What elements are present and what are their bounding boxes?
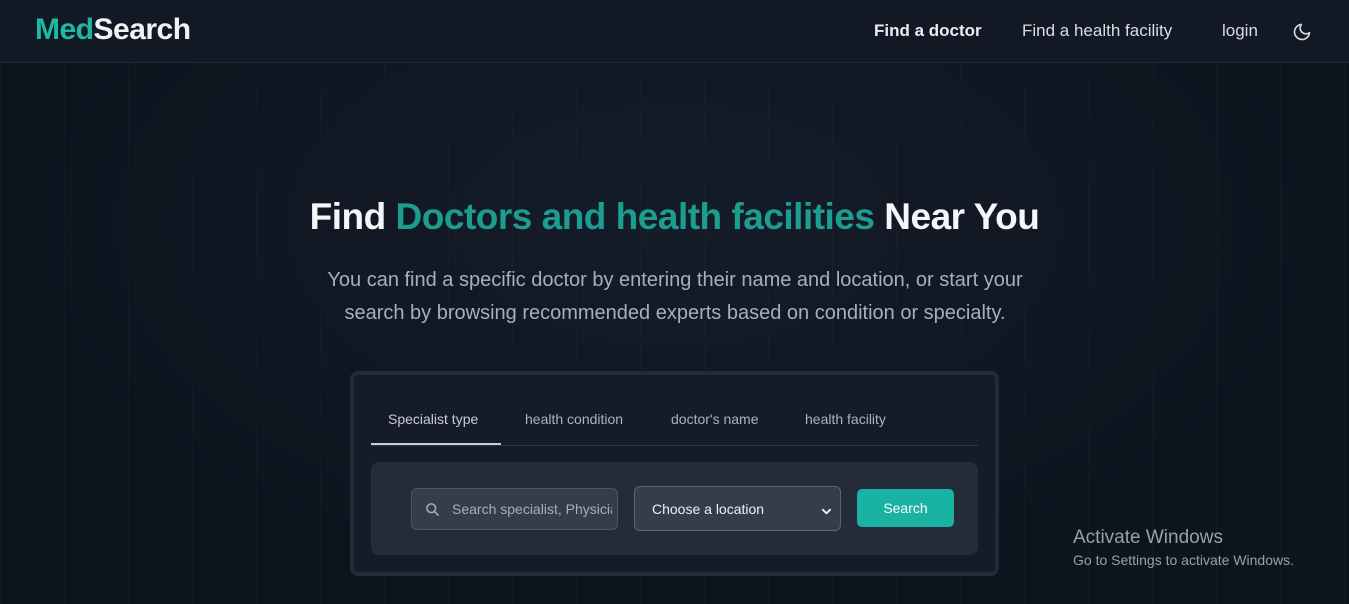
moon-icon[interactable] (1292, 22, 1312, 42)
search-field[interactable] (411, 488, 618, 530)
active-tab-indicator (371, 443, 501, 445)
search-tabs: Specialist type health condition doctor'… (371, 375, 978, 446)
nav-find-facility[interactable]: Find a health facility (1022, 21, 1172, 41)
hero-title-part2: Near You (874, 196, 1040, 237)
watermark-subtitle: Go to Settings to activate Windows. (1073, 552, 1294, 568)
tab-health-facility[interactable]: health facility (805, 411, 886, 427)
search-panel: Choose a location Search (371, 462, 978, 555)
logo-search: Search (93, 13, 192, 46)
hero-subtitle: You can find a specific doctor by enteri… (327, 269, 1023, 324)
navbar: MedSearch Find a doctor Find a health fa… (0, 0, 1349, 63)
search-card: Specialist type health condition doctor'… (350, 371, 999, 576)
hero-title-part1: Find (309, 196, 396, 237)
logo-med: Med (35, 13, 94, 46)
hero-title-accent: Doctors and health facilities (395, 196, 875, 237)
tab-doctors-name[interactable]: doctor's name (671, 411, 759, 427)
nav-login[interactable]: login (1222, 21, 1258, 41)
search-button[interactable]: Search (857, 489, 954, 527)
hero-title: Find Doctors and health facilities Near … (0, 196, 1349, 238)
logo[interactable]: MedSearch (35, 13, 191, 47)
windows-activation-watermark: Activate Windows Go to Settings to activ… (1073, 527, 1294, 568)
watermark-title: Activate Windows (1073, 527, 1223, 548)
search-input[interactable] (452, 489, 612, 529)
chevron-down-icon (821, 504, 832, 515)
search-icon (425, 502, 440, 517)
tab-specialist-type[interactable]: Specialist type (388, 411, 478, 427)
location-select-value: Choose a location (652, 501, 765, 517)
tab-health-condition[interactable]: health condition (525, 411, 623, 427)
location-select[interactable]: Choose a location (634, 486, 841, 531)
nav-find-doctor[interactable]: Find a doctor (874, 21, 982, 41)
